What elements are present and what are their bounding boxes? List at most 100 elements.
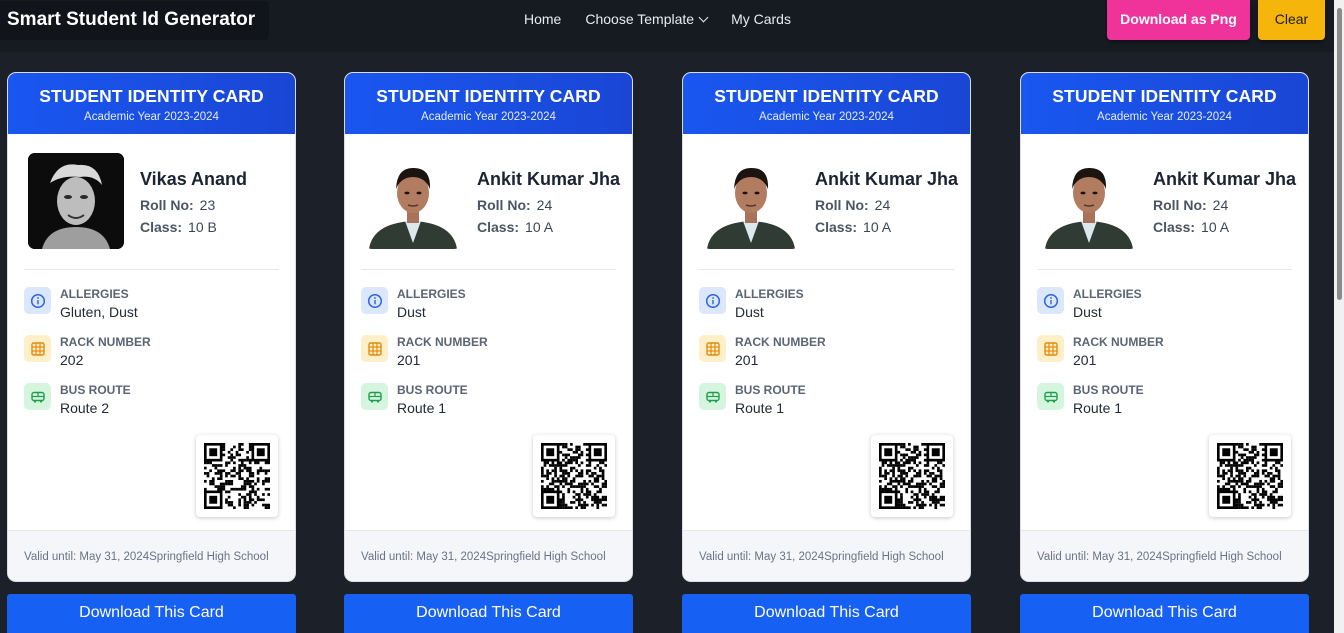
info-icon [24, 287, 51, 314]
bus-row: BUS ROUTE Route 1 [1037, 383, 1144, 417]
divider [361, 269, 616, 270]
rack-label: RACK NUMBER [60, 335, 151, 349]
rack-value: 202 [60, 352, 84, 368]
rack-label: RACK NUMBER [735, 335, 826, 349]
student-name: Ankit Kumar Jha [1153, 169, 1297, 189]
roll-value: 24 [536, 197, 553, 213]
bus-value: Route 2 [60, 400, 110, 416]
card-academic-year: Academic Year 2023-2024 [759, 111, 894, 123]
card-header: STUDENT IDENTITY CARD Academic Year 2023… [8, 73, 295, 134]
class-label: Class: [477, 219, 520, 235]
bus-value: Route 1 [735, 400, 785, 416]
rack-row: RACK NUMBER 202 [24, 335, 151, 369]
card-column: STUDENT IDENTITY CARD Academic Year 2023… [682, 72, 971, 633]
card-academic-year: Academic Year 2023-2024 [1097, 111, 1232, 123]
student-name: Vikas Anand [140, 169, 248, 189]
download-card-button[interactable]: Download This Card [7, 594, 296, 633]
card-header: STUDENT IDENTITY CARD Academic Year 2023… [683, 73, 970, 134]
bus-row: BUS ROUTE Route 1 [361, 383, 468, 417]
grid-icon [24, 335, 51, 362]
class: Class: 10 A [477, 219, 553, 235]
allergies-label: ALLERGIES [397, 287, 466, 301]
allergies-value: Dust [1073, 304, 1102, 320]
nav-choose-template[interactable]: Choose Template [585, 11, 709, 27]
student-photo [365, 153, 461, 249]
card-footer: Valid until: May 31, 2024Springfield Hig… [683, 530, 970, 581]
qr-code [196, 435, 278, 517]
student-id-card: STUDENT IDENTITY CARD Academic Year 2023… [344, 72, 633, 582]
roll-number: Roll No: 24 [1153, 197, 1228, 213]
grid-icon [1037, 335, 1064, 362]
rack-value: 201 [397, 352, 421, 368]
student-name: Ankit Kumar Jha [815, 169, 959, 189]
rack-value: 201 [735, 352, 759, 368]
bus-value: Route 1 [1073, 400, 1123, 416]
info-icon [361, 287, 388, 314]
allergies-row: ALLERGIES Dust [699, 287, 804, 321]
grid-icon [699, 335, 726, 362]
nav-choose-template-label: Choose Template [585, 11, 695, 27]
student-photo [28, 153, 124, 249]
card-academic-year: Academic Year 2023-2024 [421, 111, 556, 123]
rack-value: 201 [1073, 352, 1097, 368]
app-brand[interactable]: Smart Student Id Generator [0, 1, 269, 40]
bus-icon [699, 383, 726, 410]
card-footer: Valid until: May 31, 2024Springfield Hig… [345, 530, 632, 581]
card-title: STUDENT IDENTITY CARD [376, 86, 601, 106]
divider [1037, 269, 1292, 270]
allergies-value: Dust [735, 304, 764, 320]
bus-icon [1037, 383, 1064, 410]
bus-icon [361, 383, 388, 410]
class-value: 10 A [525, 219, 554, 235]
student-photo [1041, 153, 1137, 249]
class: Class: 10 B [140, 219, 217, 235]
card-column: STUDENT IDENTITY CARD Academic Year 2023… [7, 72, 296, 633]
scrollbar-thumb[interactable] [1337, 8, 1342, 300]
class-value: 10 A [1201, 219, 1230, 235]
download-card-button[interactable]: Download This Card [344, 594, 633, 633]
allergies-label: ALLERGIES [735, 287, 804, 301]
roll-label: Roll No: [1153, 197, 1207, 213]
rack-row: RACK NUMBER 201 [361, 335, 488, 369]
allergies-value: Dust [397, 304, 426, 320]
class-value: 10 B [188, 219, 217, 235]
bus-icon [24, 383, 51, 410]
divider [699, 269, 954, 270]
download-png-button[interactable]: Download as Png [1107, 0, 1250, 40]
bus-label: BUS ROUTE [60, 383, 131, 397]
rack-row: RACK NUMBER 201 [1037, 335, 1164, 369]
allergies-row: ALLERGIES Dust [361, 287, 466, 321]
roll-number: Roll No: 23 [140, 197, 215, 213]
student-id-card: STUDENT IDENTITY CARD Academic Year 2023… [7, 72, 296, 582]
card-academic-year: Academic Year 2023-2024 [84, 111, 219, 123]
bus-row: BUS ROUTE Route 1 [699, 383, 806, 417]
clear-button[interactable]: Clear [1258, 0, 1325, 40]
nav-home[interactable]: Home [524, 11, 561, 27]
roll-value: 24 [874, 197, 891, 213]
allergies-label: ALLERGIES [60, 287, 129, 301]
nav-my-cards[interactable]: My Cards [731, 11, 791, 27]
download-card-button[interactable]: Download This Card [1020, 594, 1309, 633]
bus-label: BUS ROUTE [1073, 383, 1144, 397]
qr-icon [204, 443, 270, 509]
card-footer: Valid until: May 31, 2024Springfield Hig… [1021, 530, 1308, 581]
card-footer: Valid until: May 31, 2024Springfield Hig… [8, 530, 295, 581]
divider [24, 269, 279, 270]
bus-value: Route 1 [397, 400, 447, 416]
class-label: Class: [140, 219, 183, 235]
class-label: Class: [815, 219, 858, 235]
student-name: Ankit Kumar Jha [477, 169, 621, 189]
card-title: STUDENT IDENTITY CARD [714, 86, 939, 106]
rack-label: RACK NUMBER [397, 335, 488, 349]
class: Class: 10 A [815, 219, 891, 235]
card-title: STUDENT IDENTITY CARD [1052, 86, 1277, 106]
roll-number: Roll No: 24 [477, 197, 552, 213]
download-card-button[interactable]: Download This Card [682, 594, 971, 633]
qr-icon [541, 443, 607, 509]
info-icon [1037, 287, 1064, 314]
allergies-value: Gluten, Dust [60, 304, 138, 320]
roll-label: Roll No: [140, 197, 194, 213]
chevron-down-icon [698, 12, 709, 22]
qr-code [533, 435, 615, 517]
top-navbar: Smart Student Id Generator Home Choose T… [0, 0, 1334, 52]
